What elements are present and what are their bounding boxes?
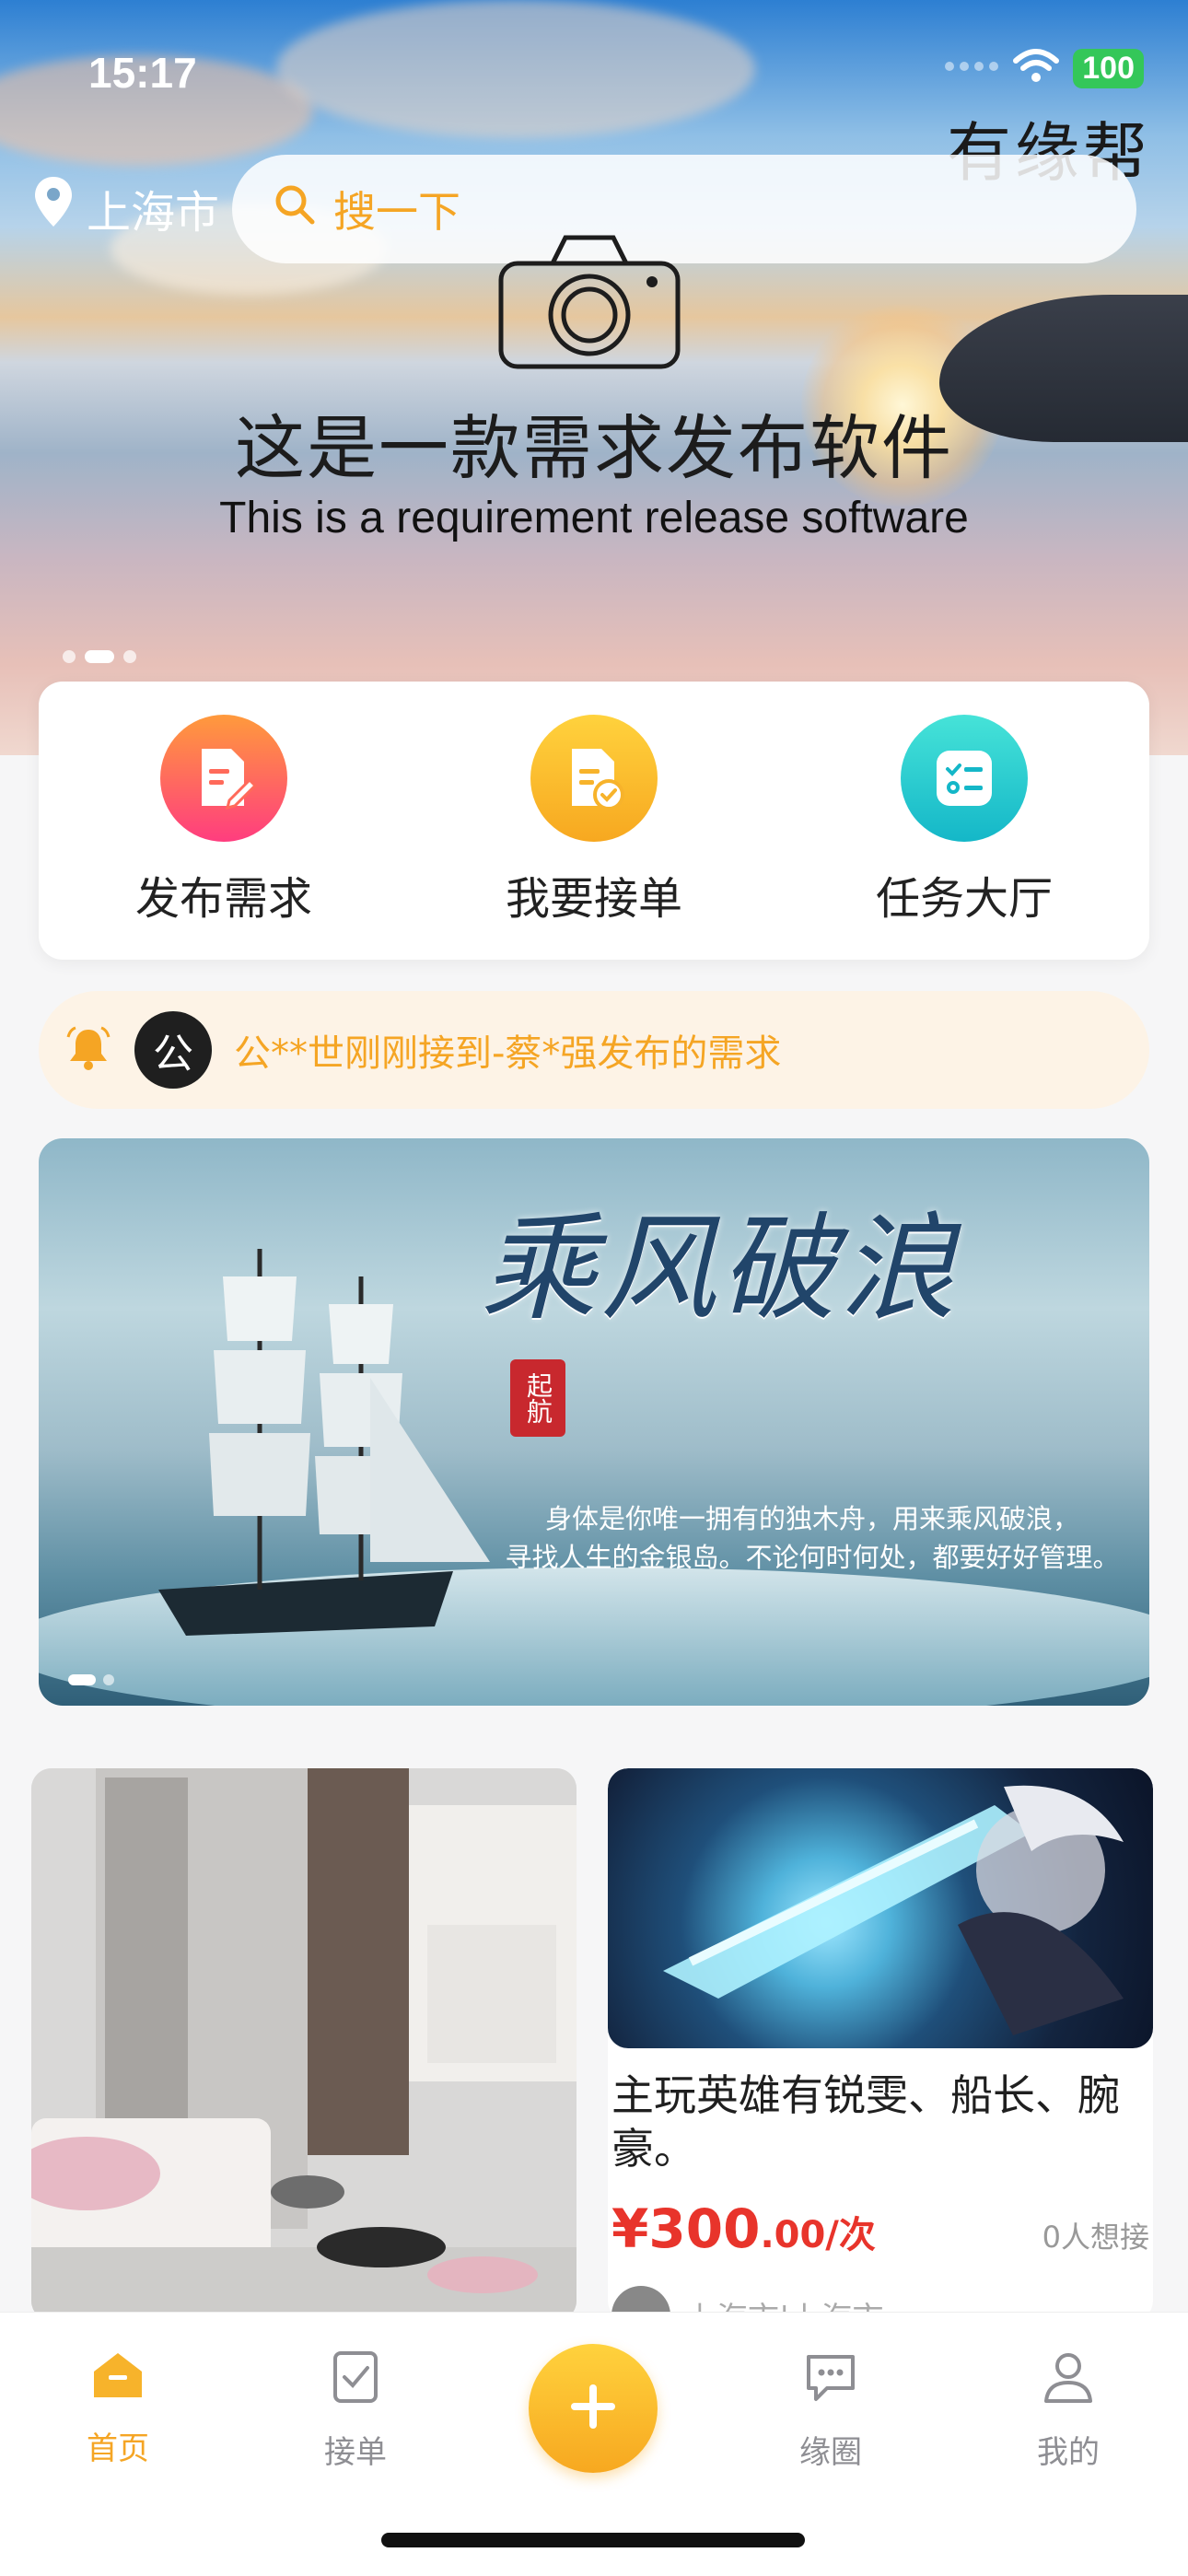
tab-label: 首页 <box>87 2430 149 2467</box>
banner-subtitle-line: 寻找人生的金银岛。不论何时何处，都要好好管理。 <box>505 1542 1120 1573</box>
hero-title-cn: 这是一款需求发布软件 <box>235 407 953 489</box>
action-task-hall[interactable]: 任务大厅 <box>817 715 1112 927</box>
location-pin-icon <box>33 175 74 241</box>
status-icons: 100 <box>944 48 1144 88</box>
notice-avatar: 公 <box>134 1011 212 1089</box>
checklist-icon <box>901 715 1028 842</box>
card-title: 主玩英雄有锐雯、船长、腕豪。 <box>611 2070 1120 2174</box>
price-row: ¥300.00/次 0人想接 <box>608 2175 1153 2260</box>
tab-orders[interactable]: 接单 <box>273 2348 438 2472</box>
action-take-order[interactable]: 我要接单 <box>447 715 741 927</box>
tab-label: 我的 <box>1037 2434 1100 2471</box>
pagination-dot <box>63 650 76 663</box>
chat-bubble-icon <box>801 2348 860 2410</box>
clipboard-check-icon <box>326 2348 385 2410</box>
tab-home[interactable]: 首页 <box>35 2348 201 2468</box>
feed-card[interactable]: 主玩英雄有锐雯、船长、腕豪。 ¥300.00/次 0人想接 上海市|上海市 <box>608 1768 1153 2321</box>
game-hero-image <box>608 1768 1153 2048</box>
price-tail: .00/次 <box>760 2214 876 2256</box>
tab-circle[interactable]: 缘圈 <box>748 2348 914 2472</box>
battery-indicator: 100 <box>1073 48 1144 88</box>
price-main: ¥300 <box>611 2197 761 2260</box>
banner-pagination <box>68 1674 114 1685</box>
cloud-shape <box>276 0 755 138</box>
signal-icon <box>944 57 999 79</box>
sailing-ship-image <box>122 1194 508 1676</box>
search-placeholder: 搜一下 <box>333 187 460 237</box>
room-photo <box>31 1768 577 2321</box>
search-icon <box>273 182 317 237</box>
add-post-button[interactable] <box>529 2344 658 2473</box>
location-label: 上海市 <box>87 187 220 239</box>
hero-pagination <box>63 650 136 663</box>
status-time: 15:17 <box>88 49 197 97</box>
quick-actions-card: 发布需求 我要接单 任务大厅 <box>39 682 1149 960</box>
bell-icon <box>64 1024 112 1076</box>
banner-seal: 起航 <box>510 1359 565 1437</box>
hero-title-en: This is a requirement release software <box>219 494 969 542</box>
tab-label: 接单 <box>324 2434 387 2471</box>
action-label: 任务大厅 <box>875 873 1053 925</box>
search-bar[interactable]: 搜一下 <box>232 155 1136 263</box>
action-label: 发布需求 <box>134 873 312 925</box>
pagination-dot <box>123 650 136 663</box>
feed-card[interactable] <box>31 1768 577 2321</box>
camera-icon <box>497 232 681 374</box>
tab-mine[interactable]: 我的 <box>985 2348 1151 2472</box>
pagination-dot <box>103 1674 114 1685</box>
document-edit-icon <box>160 715 287 842</box>
price: ¥300.00/次 <box>611 2197 876 2260</box>
tab-label: 缘圈 <box>799 2434 862 2471</box>
banner-subtitle-line: 身体是你唯一拥有的独木舟，用来乘风破浪， <box>544 1503 1079 1534</box>
hero-banner[interactable]: 15:17 100 有缘帮 上海市 搜一下 这是一款需求发布软件 This is <box>0 0 1188 755</box>
document-check-icon <box>530 715 658 842</box>
banner-subtitle: 身体是你唯一拥有的独木舟，用来乘风破浪， 寻找人生的金银岛。不论何时何处，都要好… <box>481 1499 1144 1577</box>
notice-text: 公**世刚刚接到-蔡*强发布的需求 <box>234 1032 782 1075</box>
promo-banner[interactable]: 乘风破浪 起航 身体是你唯一拥有的独木舟，用来乘风破浪， 寻找人生的金银岛。不论… <box>39 1138 1149 1706</box>
notice-bar[interactable]: 公 公**世刚刚接到-蔡*强发布的需求 <box>39 991 1149 1109</box>
want-count: 0人想接 <box>1042 2220 1149 2255</box>
action-label: 我要接单 <box>505 873 682 925</box>
pagination-dot-active <box>68 1674 96 1685</box>
pagination-dot-active <box>85 650 114 663</box>
banner-title: 乘风破浪 <box>481 1201 960 1336</box>
action-publish-request[interactable]: 发布需求 <box>76 715 371 927</box>
home-icon <box>88 2348 147 2407</box>
plus-icon <box>567 2381 619 2436</box>
person-icon <box>1039 2348 1098 2410</box>
location-selector[interactable]: 上海市 <box>33 175 219 241</box>
home-indicator[interactable] <box>381 2533 805 2547</box>
wifi-icon <box>1012 48 1060 88</box>
